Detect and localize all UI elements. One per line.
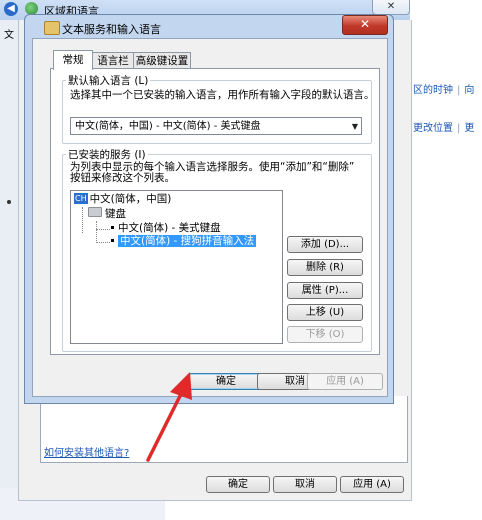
link-change-location[interactable]: 更改位置 bbox=[413, 123, 453, 134]
inner-close-button[interactable]: ✕ bbox=[342, 15, 388, 35]
bullet-icon bbox=[111, 239, 114, 242]
keyboard-folder-icon bbox=[44, 21, 60, 35]
tree-item-sogou-pinyin-label: 中文(简体) - 搜狗拼音输入法 bbox=[118, 235, 257, 247]
bullet-icon bbox=[111, 226, 114, 229]
default-language-value: 中文(简体，中国) - 中文(简体) - 美式键盘 bbox=[75, 121, 261, 132]
link-fragment-2[interactable]: 更 bbox=[464, 123, 474, 134]
outer-apply-button[interactable]: 应用 (A) bbox=[340, 476, 404, 493]
tree-node-language-label: 中文(简体，中国) bbox=[89, 193, 172, 205]
move-up-button[interactable]: 上移 (U) bbox=[287, 304, 363, 321]
installed-services-label: 已安装的服务 (I) bbox=[66, 147, 148, 162]
add-service-button[interactable]: 添加 (D)... bbox=[287, 236, 363, 253]
tree-connector bbox=[96, 242, 110, 243]
default-language-select[interactable]: 中文(简体，中国) - 中文(简体) - 美式键盘 ▼ bbox=[70, 117, 362, 135]
properties-button[interactable]: 属性 (P)... bbox=[287, 282, 363, 299]
outer-close-button[interactable]: ✕ bbox=[372, 0, 410, 15]
services-tree[interactable]: CH 中文(简体，中国) 键盘 中文(简体) - 美式键盘 中文(简体) - 搜狗… bbox=[70, 190, 283, 344]
language-badge-icon: CH bbox=[74, 193, 88, 204]
tree-item-sogou-pinyin[interactable]: 中文(简体) - 搜狗拼音输入法 bbox=[111, 235, 257, 248]
background-links-row1: 区的时钟 | 向 bbox=[413, 85, 475, 96]
back-arrow-icon[interactable]: ◀ bbox=[4, 2, 18, 16]
move-down-button[interactable]: 下移 (O) bbox=[287, 326, 363, 343]
outer-ok-button[interactable]: 确定 bbox=[206, 476, 270, 493]
outer-tab-fragment-text: 文 bbox=[4, 30, 14, 41]
link-fragment-1[interactable]: 向 bbox=[464, 85, 474, 96]
tree-node-keyboard-label: 键盘 bbox=[105, 208, 126, 220]
default-language-description: 选择其中一个已安装的输入语言，用作所有输入字段的默认语言。 bbox=[70, 89, 375, 101]
remove-service-button[interactable]: 删除 (R) bbox=[287, 259, 363, 276]
tree-connector bbox=[82, 207, 83, 233]
tree-node-language[interactable]: CH 中文(简体，中国) bbox=[74, 193, 171, 206]
red-annotation-arrow bbox=[146, 372, 192, 462]
tree-connector bbox=[96, 229, 110, 230]
tab-general[interactable]: 常规 bbox=[53, 50, 93, 70]
tree-item-us-keyboard[interactable]: 中文(简体) - 美式键盘 bbox=[111, 222, 221, 235]
install-languages-link[interactable]: 如何安装其他语言? bbox=[44, 444, 129, 459]
keyboard-icon bbox=[88, 207, 102, 217]
tree-item-us-keyboard-label: 中文(简体) - 美式键盘 bbox=[118, 222, 221, 234]
background-links-row2: 更改位置 | 更 bbox=[413, 123, 475, 134]
outer-cancel-button[interactable]: 取消 bbox=[273, 476, 337, 493]
tab-advanced-key-settings[interactable]: 高级键设置 bbox=[133, 52, 191, 69]
tree-node-keyboard[interactable]: 键盘 bbox=[88, 207, 126, 221]
default-language-label: 默认输入语言 (L) bbox=[66, 73, 151, 88]
inner-apply-button[interactable]: 应用 (A) bbox=[307, 373, 383, 390]
tree-connector bbox=[96, 221, 97, 243]
background-bullet bbox=[7, 200, 11, 204]
link-clock[interactable]: 区的时钟 bbox=[413, 85, 453, 96]
tab-language-bar[interactable]: 语言栏 bbox=[92, 52, 134, 69]
inner-dialog-title: 文本服务和输入语言 bbox=[62, 23, 161, 36]
installed-services-description-2: 按钮来修改这个列表。 bbox=[70, 172, 175, 184]
chevron-down-icon: ▼ bbox=[351, 122, 358, 131]
